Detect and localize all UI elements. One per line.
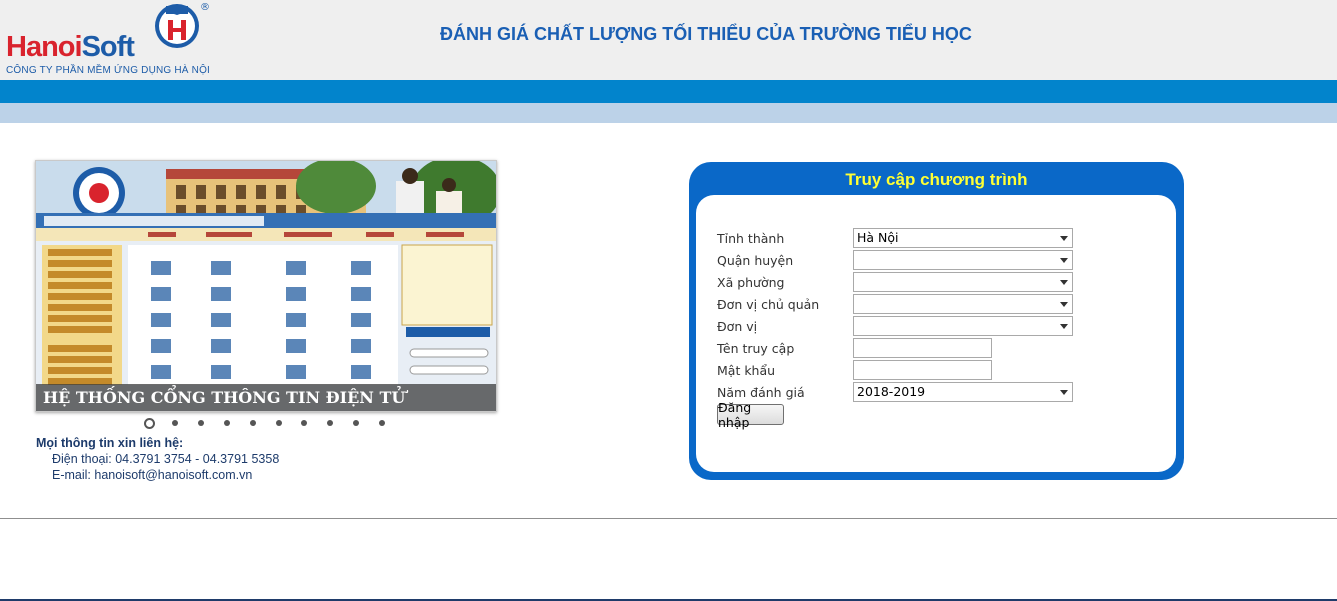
district-select[interactable]: [853, 250, 1073, 270]
province-select[interactable]: Hà Nội: [853, 228, 1073, 248]
managing-unit-label: Đơn vị chủ quản: [717, 296, 820, 312]
image-slider[interactable]: HỆ THỐNG CỔNG THÔNG TIN ĐIỆN TỬ: [35, 160, 497, 412]
slider-dot[interactable]: [350, 417, 362, 429]
logo-emblem-icon: [155, 4, 199, 48]
province-label: Tỉnh thành: [717, 230, 785, 246]
ward-label: Xã phường: [717, 274, 785, 290]
chevron-down-icon: [1060, 390, 1068, 395]
username-label: Tên truy cập: [717, 340, 795, 356]
dot-icon: [249, 420, 256, 426]
chevron-down-icon: [1060, 236, 1068, 241]
slider-dot[interactable]: [376, 417, 388, 429]
chevron-down-icon: [1060, 324, 1068, 329]
registered-mark: ®: [200, 2, 210, 13]
district-label: Quận huyện: [717, 252, 794, 268]
managing-unit-select[interactable]: [853, 294, 1073, 314]
login-form: Tỉnh thành Hà Nội Quận huyện Xã phường Đ…: [696, 195, 1176, 472]
row-ward: Xã phường: [717, 272, 1073, 292]
chevron-down-icon: [1060, 280, 1068, 285]
slider-dot[interactable]: [221, 417, 233, 429]
header: ® HanoiSoft CÔNG TY PHẦN MỀM ỨNG DỤNG HÀ…: [0, 0, 1337, 80]
logo-subtitle: CÔNG TY PHẦN MỀM ỨNG DỤNG HÀ NỘI: [6, 65, 211, 76]
year-select[interactable]: 2018-2019: [853, 382, 1073, 402]
password-label: Mật khẩu: [717, 362, 776, 378]
dot-icon: [275, 420, 282, 426]
row-province: Tỉnh thành Hà Nội: [717, 228, 1073, 248]
year-value: 2018-2019: [857, 384, 926, 399]
dot-icon: [301, 420, 308, 426]
contact-info: Mọi thông tin xin liên hệ: Điện thoại: 0…: [36, 436, 279, 483]
slider-dot[interactable]: [273, 417, 285, 429]
row-unit: Đơn vị: [717, 316, 1073, 336]
logo-word-hanoi: Hanoi: [6, 31, 83, 63]
contact-email: E-mail: hanoisoft@hanoisoft.com.vn: [52, 468, 253, 482]
dot-icon: [171, 420, 178, 426]
row-username: Tên truy cập: [717, 338, 992, 358]
slide-caption: HỆ THỐNG CỔNG THÔNG TIN ĐIỆN TỬ: [36, 384, 496, 411]
dot-icon: [143, 417, 155, 429]
dot-icon: [353, 420, 360, 426]
slider-dot[interactable]: [143, 417, 155, 429]
dot-icon: [379, 420, 386, 426]
sub-nav-bar: [0, 103, 1337, 123]
slider-dot[interactable]: [247, 417, 259, 429]
ward-select[interactable]: [853, 272, 1073, 292]
logo-word-soft: Soft: [81, 31, 135, 63]
row-managing-unit: Đơn vị chủ quản: [717, 294, 1073, 314]
dot-icon: [223, 420, 230, 426]
nav-bar: [0, 80, 1337, 103]
login-title: Truy cập chương trình: [845, 170, 1028, 189]
slider-dot[interactable]: [298, 417, 310, 429]
slider-dot[interactable]: [169, 417, 181, 429]
page-title: ĐÁNH GIÁ CHẤT LƯỢNG TỐI THIỂU CỦA TRƯỜNG…: [440, 24, 972, 44]
login-button[interactable]: Đăng nhập: [717, 400, 784, 430]
chevron-down-icon: [1060, 258, 1068, 263]
contact-heading: Mọi thông tin xin liên hệ:: [36, 436, 184, 450]
chevron-down-icon: [1060, 302, 1068, 307]
row-password: Mật khẩu: [717, 360, 992, 380]
unit-label: Đơn vị: [717, 318, 758, 334]
username-input[interactable]: [853, 338, 992, 358]
slider-dot[interactable]: [195, 417, 207, 429]
year-label: Năm đánh giá: [717, 384, 805, 400]
row-district: Quận huyện: [717, 250, 1073, 270]
unit-select[interactable]: [853, 316, 1073, 336]
hanoisoft-logo[interactable]: ® HanoiSoft CÔNG TY PHẦN MỀM ỨNG DỤNG HÀ…: [4, 2, 219, 78]
password-input[interactable]: [853, 360, 992, 380]
province-value: Hà Nội: [857, 230, 899, 245]
dot-icon: [327, 420, 334, 426]
slider-dot[interactable]: [324, 417, 336, 429]
slide-image: [36, 161, 496, 411]
footer-divider: [0, 518, 1337, 519]
logo-wordmark: HanoiSoft: [6, 31, 135, 64]
contact-phone: Điện thoại: 04.3791 3754 - 04.3791 5358: [52, 452, 280, 466]
login-panel: Truy cập chương trình Tỉnh thành Hà Nội …: [689, 162, 1184, 480]
dot-icon: [197, 420, 204, 426]
